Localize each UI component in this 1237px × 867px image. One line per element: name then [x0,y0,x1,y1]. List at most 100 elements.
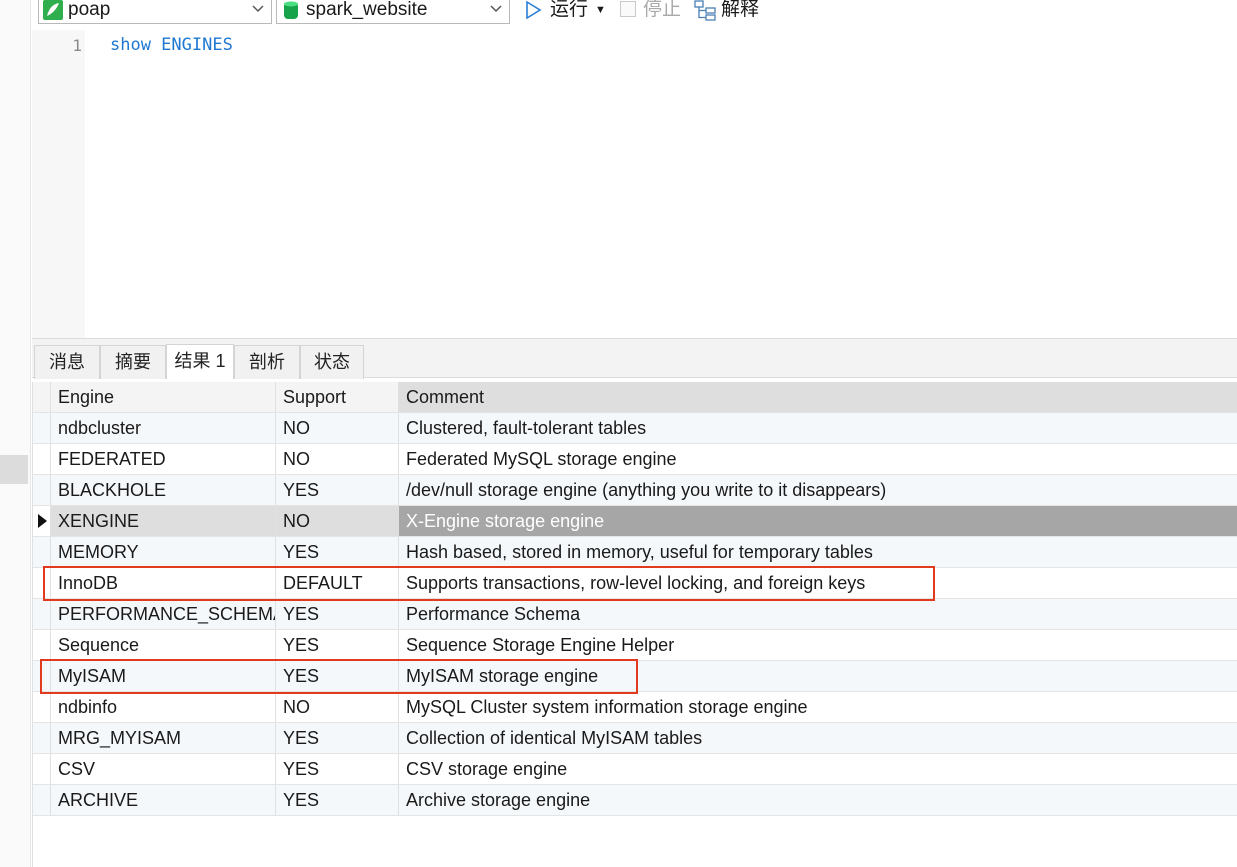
database-select[interactable]: spark_website [276,0,510,24]
stop-button[interactable]: 停止 [618,0,682,23]
connection-select[interactable]: poap [38,0,272,24]
cell-engine[interactable]: PERFORMANCE_SCHEMA [51,599,276,629]
caret-down-icon[interactable]: ▼ [595,0,606,23]
tab-messages[interactable]: 消息 [34,345,100,379]
table-row[interactable]: XENGINE NO X-Engine storage engine [33,506,1237,537]
tab-label: 摘要 [115,352,151,372]
row-indicator[interactable] [33,785,51,815]
cell-support[interactable]: NO [276,444,399,474]
column-header-support[interactable]: Support [276,382,399,412]
cell-support[interactable]: YES [276,630,399,660]
cell-engine[interactable]: Sequence [51,630,276,660]
table-row[interactable]: InnoDB DEFAULT Supports transactions, row-… [33,568,1237,599]
table-row[interactable]: FEDERATED NO Federated MySQL storage engin… [33,444,1237,475]
cell-comment[interactable]: /dev/null storage engine (anything you w… [399,475,1237,505]
cell-support[interactable]: YES [276,599,399,629]
table-row[interactable]: MRG_MYISAM YES Collection of identical MyI… [33,723,1237,754]
table-row[interactable]: MEMORY YES Hash based, stored in memory, u… [33,537,1237,568]
chevron-down-icon [489,1,503,15]
table-row[interactable]: ndbinfo NO MySQL Cluster system informatio… [33,692,1237,723]
table-row[interactable]: ndbcluster NO Clustered, fault-tolerant ta… [33,413,1237,444]
tab-label: 结果 1 [174,351,226,371]
row-indicator[interactable] [33,568,51,598]
explain-button[interactable]: 解释 [692,0,772,23]
cell-support[interactable]: YES [276,723,399,753]
row-indicator[interactable] [33,661,51,691]
cell-comment[interactable]: X-Engine storage engine [399,506,1237,536]
explain-button-label: 解释 [721,0,760,20]
table-row[interactable]: PERFORMANCE_SCHEMA YES Performance Schema [33,599,1237,630]
tab-summary[interactable]: 摘要 [100,345,166,379]
cell-engine[interactable]: MRG_MYISAM [51,723,276,753]
left-panel-strip [0,0,31,867]
explain-tree-icon [694,0,716,21]
cell-engine[interactable]: MEMORY [51,537,276,567]
cell-engine[interactable]: InnoDB [51,568,276,598]
cell-comment[interactable]: Clustered, fault-tolerant tables [399,413,1237,443]
line-number-gutter: 1 [32,30,85,338]
row-indicator[interactable] [33,723,51,753]
cell-comment[interactable]: CSV storage engine [399,754,1237,784]
cell-comment[interactable]: Hash based, stored in memory, useful for… [399,537,1237,567]
cell-engine[interactable]: FEDERATED [51,444,276,474]
cell-comment[interactable]: Sequence Storage Engine Helper [399,630,1237,660]
sql-editor[interactable]: 1 show ENGINES [32,30,1237,338]
table-row[interactable]: Sequence YES Sequence Storage Engine Helpe… [33,630,1237,661]
cell-engine[interactable]: XENGINE [51,506,276,536]
cell-support[interactable]: YES [276,661,399,691]
cell-support[interactable]: DEFAULT [276,568,399,598]
row-indicator-header [33,382,51,412]
cell-engine[interactable]: CSV [51,754,276,784]
table-row[interactable]: MyISAM YES MyISAM storage engine [33,661,1237,692]
cell-support[interactable]: YES [276,475,399,505]
row-indicator[interactable] [33,413,51,443]
result-grid: Engine Support Comment ndbcluster NO Clust… [32,382,1237,867]
cell-support[interactable]: YES [276,754,399,784]
column-header-engine[interactable]: Engine [51,382,276,412]
query-toolbar: poap spark_website 运行 ▼ 停止 解释 [32,0,1237,30]
stop-icon [620,1,636,17]
row-indicator[interactable] [33,630,51,660]
cell-comment[interactable]: Collection of identical MyISAM tables [399,723,1237,753]
tab-status[interactable]: 状态 [300,345,364,379]
sql-code-line[interactable]: show ENGINES [110,35,233,55]
cell-comment[interactable]: Archive storage engine [399,785,1237,815]
cell-engine[interactable]: ndbinfo [51,692,276,722]
cell-support[interactable]: NO [276,413,399,443]
table-row[interactable]: BLACKHOLE YES/dev/null storage engine (an… [33,475,1237,506]
cell-engine[interactable]: ndbcluster [51,413,276,443]
row-indicator[interactable] [33,444,51,474]
connection-leaf-icon [43,0,63,20]
row-indicator[interactable] [33,754,51,784]
current-row-marker-icon [38,514,47,528]
cell-comment[interactable]: MySQL Cluster system information storage… [399,692,1237,722]
run-button-label: 运行 [550,0,589,20]
stop-button-label: 停止 [643,0,682,20]
line-number: 1 [72,36,82,55]
result-tabs-bar: 消息 摘要 结果 1 剖析 状态 [32,338,1237,379]
row-indicator[interactable] [33,475,51,505]
column-header-comment[interactable]: Comment [399,382,1237,412]
cell-engine[interactable]: BLACKHOLE [51,475,276,505]
cell-comment[interactable]: Supports transactions, row-level locking… [399,568,1237,598]
cell-comment[interactable]: Performance Schema [399,599,1237,629]
left-panel-collapse-tab[interactable] [0,455,28,484]
cell-support[interactable]: YES [276,785,399,815]
table-row[interactable]: ARCHIVE YES Archive storage engine [33,785,1237,816]
row-indicator[interactable] [33,599,51,629]
cell-support[interactable]: YES [276,537,399,567]
table-row[interactable]: CSV YES CSV storage engine [33,754,1237,785]
grid-header-row: Engine Support Comment [33,382,1237,413]
row-indicator[interactable] [33,537,51,567]
cell-engine[interactable]: MyISAM [51,661,276,691]
tab-profile[interactable]: 剖析 [234,345,300,379]
tab-result-1[interactable]: 结果 1 [166,344,234,379]
cell-support[interactable]: NO [276,692,399,722]
cell-comment[interactable]: Federated MySQL storage engine [399,444,1237,474]
cell-engine[interactable]: ARCHIVE [51,785,276,815]
cell-comment[interactable]: MyISAM storage engine [399,661,1237,691]
row-indicator[interactable] [33,506,51,536]
cell-support[interactable]: NO [276,506,399,536]
run-button[interactable]: 运行 ▼ [522,0,610,23]
row-indicator[interactable] [33,692,51,722]
